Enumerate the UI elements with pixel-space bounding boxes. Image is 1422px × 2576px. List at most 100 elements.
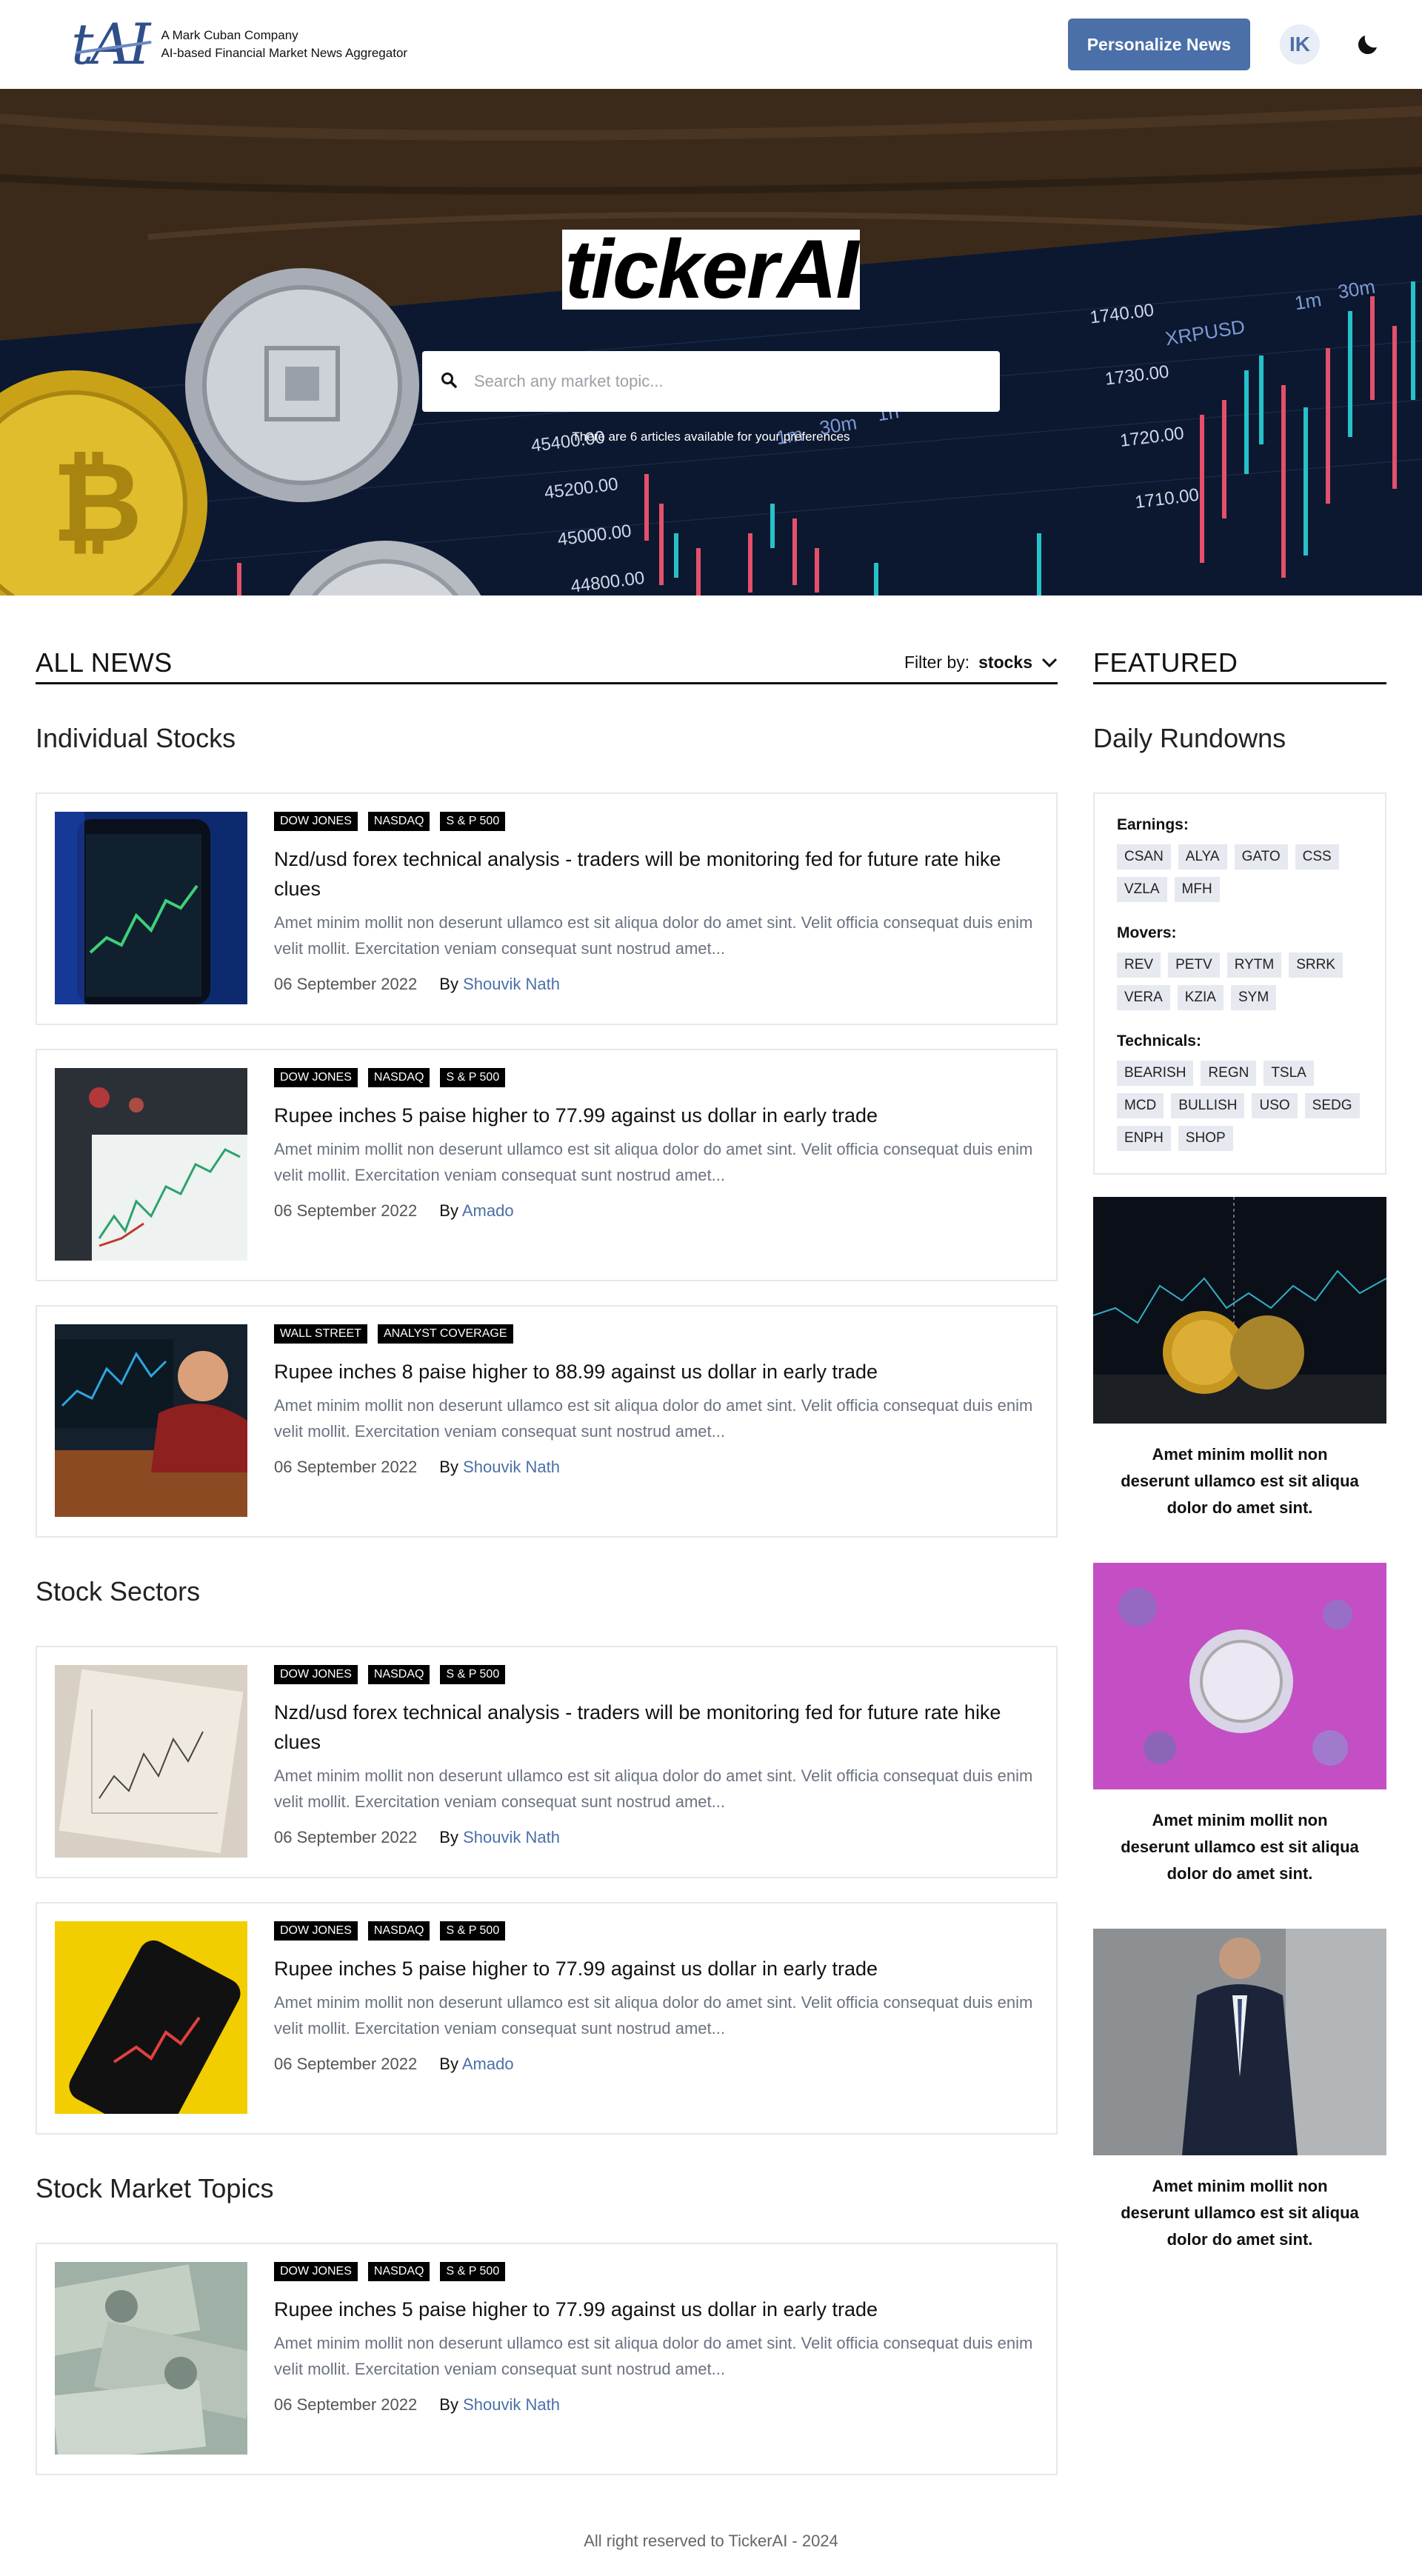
article-date: 06 September 2022 [274, 1828, 418, 1846]
news-column: ALL NEWS Filter by: stocks Individual St… [36, 643, 1058, 2499]
ticker-chip[interactable]: CSS [1295, 844, 1339, 870]
tag[interactable]: DOW JONES [274, 1665, 358, 1684]
tagline-company: A Mark Cuban Company [161, 28, 298, 42]
article-title[interactable]: Nzd/usd forex technical analysis - trade… [274, 844, 1038, 904]
featured-heading: FEATURED [1093, 647, 1238, 678]
ticker-chip[interactable]: REV [1117, 952, 1161, 978]
article-date: 06 September 2022 [274, 2055, 418, 2073]
tag[interactable]: NASDAQ [367, 1665, 430, 1684]
featured-caption[interactable]: Amet minim mollit non deserunt ullamco e… [1093, 1424, 1386, 1521]
article-author-link[interactable]: Amado [462, 1201, 514, 1220]
article-author-link[interactable]: Amado [462, 2055, 514, 2073]
ticker-chip[interactable]: KZIA [1177, 985, 1224, 1010]
featured-caption[interactable]: Amet minim mollit non deserunt ullamco e… [1093, 1789, 1386, 1887]
ticker-chip[interactable]: PETV [1168, 952, 1220, 978]
tag[interactable]: S & P 500 [440, 1921, 506, 1941]
article-thumbnail[interactable] [55, 1324, 247, 1517]
article-author-link[interactable]: Shouvik Nath [463, 1828, 560, 1846]
search-bar[interactable] [422, 351, 1000, 412]
earnings-chips: CSAN ALYA GATO CSS VZLA MFH [1117, 844, 1363, 902]
daily-rundowns-panel: Earnings: CSAN ALYA GATO CSS VZLA MFH Mo… [1093, 793, 1386, 1175]
movers-label: Movers: [1117, 924, 1177, 941]
ticker-chip[interactable]: SEDG [1304, 1093, 1360, 1118]
tag[interactable]: DOW JONES [274, 812, 358, 831]
article-card[interactable]: DOW JONES NASDAQ S & P 500 Rupee inches … [36, 1902, 1058, 2135]
article-card[interactable]: WALL STREET ANALYST COVERAGE Rupee inche… [36, 1305, 1058, 1538]
ticker-chip[interactable]: RYTM [1226, 952, 1282, 978]
article-author-link[interactable]: Shouvik Nath [463, 2395, 560, 2414]
article-title[interactable]: Rupee inches 8 paise higher to 88.99 aga… [274, 1357, 1038, 1387]
by-label: By [439, 2395, 458, 2414]
tag[interactable]: DOW JONES [274, 2262, 358, 2281]
tag[interactable]: DOW JONES [274, 1921, 358, 1941]
ticker-chip[interactable]: ENPH [1117, 1126, 1171, 1151]
by-label: By [439, 1458, 458, 1476]
search-input[interactable] [474, 372, 982, 391]
article-thumbnail[interactable] [55, 1665, 247, 1858]
tag[interactable]: NASDAQ [367, 1921, 430, 1941]
group-title-individual-stocks: Individual Stocks [36, 723, 236, 753]
filter-dropdown[interactable]: Filter by: stocks [904, 653, 1058, 673]
tag[interactable]: NASDAQ [367, 1068, 430, 1087]
personalize-news-button[interactable]: Personalize News [1067, 19, 1250, 70]
article-title[interactable]: Rupee inches 5 paise higher to 77.99 aga… [274, 2295, 1038, 2324]
article-title[interactable]: Rupee inches 5 paise higher to 77.99 aga… [274, 1101, 1038, 1130]
article-thumbnail[interactable] [55, 2262, 247, 2455]
featured-image[interactable] [1093, 1563, 1386, 1789]
ticker-chip[interactable]: GATO [1234, 844, 1288, 870]
avatar[interactable]: IK [1280, 24, 1320, 64]
article-thumbnail[interactable] [55, 1068, 247, 1261]
article-author-link[interactable]: Shouvik Nath [463, 975, 560, 993]
by-label: By [439, 1828, 458, 1846]
article-author-link[interactable]: Shouvik Nath [463, 1458, 560, 1476]
tag[interactable]: NASDAQ [367, 2262, 430, 2281]
article-card[interactable]: DOW JONES NASDAQ S & P 500 Nzd/usd forex… [36, 1646, 1058, 1878]
filter-value: stocks [978, 653, 1032, 672]
ticker-chip[interactable]: REGN [1201, 1061, 1257, 1086]
ticker-chip[interactable]: USO [1252, 1093, 1298, 1118]
logo-mark: tAI [71, 16, 153, 73]
chevron-down-icon [1041, 653, 1058, 673]
article-title[interactable]: Rupee inches 5 paise higher to 77.99 aga… [274, 1954, 1038, 1983]
by-label: By [439, 2055, 458, 2073]
ticker-chip[interactable]: BEARISH [1117, 1061, 1194, 1086]
article-excerpt: Amet minim mollit non deserunt ullamco e… [274, 2334, 1033, 2378]
tagline-description: AI-based Financial Market News Aggregato… [161, 46, 408, 60]
article-card[interactable]: DOW JONES NASDAQ S & P 500 Nzd/usd forex… [36, 793, 1058, 1025]
ticker-chip[interactable]: SYM [1230, 985, 1277, 1010]
logo[interactable]: tAI A Mark Cuban Company AI-based Financ… [71, 16, 407, 73]
featured-image[interactable] [1093, 1929, 1386, 2155]
article-card[interactable]: DOW JONES NASDAQ S & P 500 Rupee inches … [36, 2243, 1058, 2475]
moon-icon[interactable] [1349, 26, 1386, 63]
featured-image[interactable] [1093, 1197, 1386, 1424]
ticker-chip[interactable]: TSLA [1264, 1061, 1314, 1086]
tag[interactable]: DOW JONES [274, 1068, 358, 1087]
tag[interactable]: S & P 500 [440, 1068, 506, 1087]
tag[interactable]: NASDAQ [367, 812, 430, 831]
site-header: tAI A Mark Cuban Company AI-based Financ… [0, 0, 1422, 89]
ticker-chip[interactable]: SHOP [1178, 1126, 1233, 1151]
ticker-chip[interactable]: SRRK [1289, 952, 1343, 978]
tag[interactable]: WALL STREET [274, 1324, 367, 1344]
article-excerpt: Amet minim mollit non deserunt ullamco e… [274, 1766, 1033, 1811]
article-thumbnail[interactable] [55, 1921, 247, 2114]
ticker-chip[interactable]: MCD [1117, 1093, 1164, 1118]
tag[interactable]: S & P 500 [440, 2262, 506, 2281]
ticker-chip[interactable]: CSAN [1117, 844, 1171, 870]
article-excerpt: Amet minim mollit non deserunt ullamco e… [274, 1396, 1033, 1441]
featured-caption[interactable]: Amet minim mollit non deserunt ullamco e… [1093, 2155, 1386, 2253]
ticker-chip[interactable]: VERA [1117, 985, 1170, 1010]
articles-count-note: There are 6 articles available for your … [572, 430, 850, 444]
ticker-chip[interactable]: BULLISH [1171, 1093, 1245, 1118]
ticker-chip[interactable]: MFH [1174, 877, 1220, 902]
article-title[interactable]: Nzd/usd forex technical analysis - trade… [274, 1698, 1038, 1757]
ticker-chip[interactable]: ALYA [1178, 844, 1227, 870]
article-date: 06 September 2022 [274, 1201, 418, 1220]
ticker-chip[interactable]: VZLA [1117, 877, 1167, 902]
article-card[interactable]: DOW JONES NASDAQ S & P 500 Rupee inches … [36, 1049, 1058, 1281]
technicals-label: Technicals: [1117, 1032, 1201, 1050]
tag[interactable]: ANALYST COVERAGE [377, 1324, 513, 1344]
article-thumbnail[interactable] [55, 812, 247, 1004]
tag[interactable]: S & P 500 [440, 812, 506, 831]
tag[interactable]: S & P 500 [440, 1665, 506, 1684]
